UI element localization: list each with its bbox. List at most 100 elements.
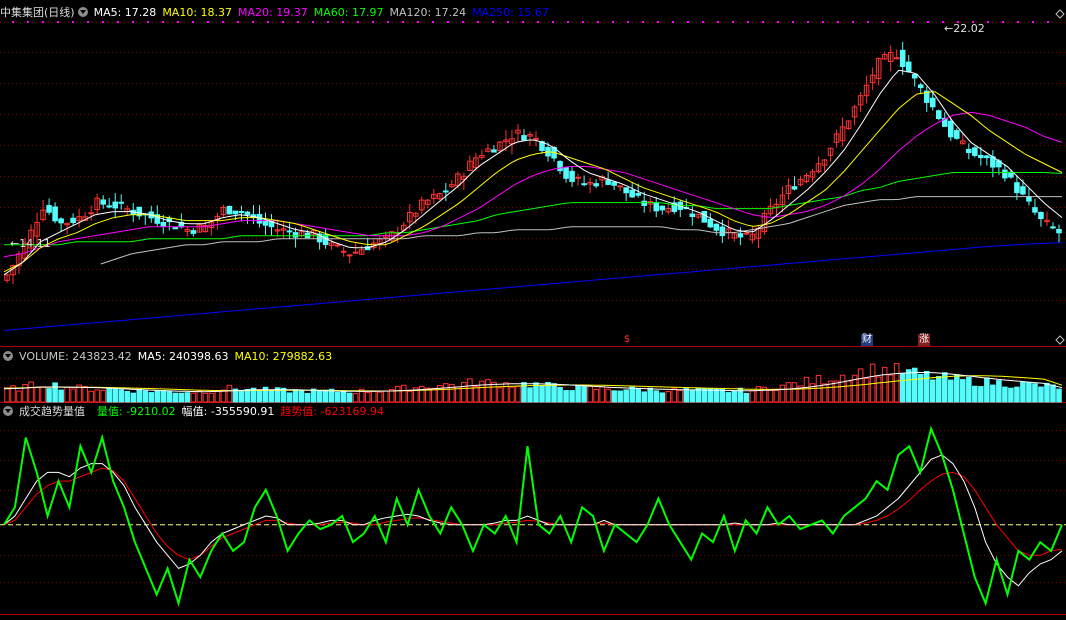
volume-bar (443, 383, 449, 403)
candle-down (1056, 229, 1062, 234)
candle-down (1014, 182, 1020, 194)
volume-bar (142, 390, 149, 403)
top-marker-dot (597, 21, 599, 23)
top-marker-dot (507, 21, 509, 23)
top-marker-dot (822, 21, 824, 23)
volume-bar (256, 390, 263, 403)
volume-bar (196, 390, 203, 403)
candle-up (893, 57, 900, 60)
candle-down (286, 230, 293, 233)
candle-down (623, 187, 629, 194)
candle-down (954, 130, 960, 139)
volume-bar (491, 381, 497, 403)
ma10-line (3, 91, 1063, 273)
candle-down (737, 233, 744, 238)
candle-down (593, 183, 599, 187)
volume-bar (400, 384, 407, 403)
volume-bar (569, 390, 575, 403)
diamond-icon (1055, 9, 1065, 19)
ma20-line (3, 111, 1063, 258)
volume-bar (1044, 382, 1050, 403)
candle-down (172, 227, 179, 230)
candle-down (581, 183, 587, 186)
candle-down (653, 202, 660, 212)
volume-bar (539, 385, 545, 403)
volume-bar (70, 388, 76, 403)
top-marker-dot (297, 21, 299, 23)
volume-bar (893, 363, 900, 403)
top-marker-dot (282, 21, 284, 23)
candle-down (521, 135, 527, 141)
volume-bar (653, 390, 660, 403)
candle-up (346, 254, 353, 257)
top-marker-dot (72, 21, 74, 23)
volume-bar (382, 390, 389, 403)
candle-down (899, 49, 906, 67)
event-tag[interactable]: 涨 (918, 334, 931, 346)
volume-bar (978, 386, 984, 403)
top-marker-dot (222, 21, 224, 23)
top-marker-dot (627, 21, 629, 23)
top-marker-dot (1002, 21, 1004, 23)
volume-bar (749, 390, 756, 403)
candle-down (719, 226, 726, 237)
candle-up (575, 176, 581, 179)
volume-bar (647, 387, 654, 403)
volume-bar (238, 390, 245, 403)
volume-bar (467, 378, 473, 403)
volume-bar (370, 391, 377, 403)
volume-bar (677, 389, 684, 403)
chevron-down-circle-icon[interactable] (77, 7, 88, 17)
volume-bar (40, 386, 46, 403)
candle-down (1002, 169, 1008, 179)
volume-bar (617, 390, 623, 403)
candle-down (563, 167, 569, 179)
chevron-down-circle-icon[interactable] (3, 406, 13, 416)
top-marker-dot (117, 21, 119, 23)
volume-bar (118, 389, 125, 403)
top-marker-dot (1017, 21, 1019, 23)
event-tag[interactable]: 财 (860, 334, 873, 346)
top-marker-dot (162, 21, 164, 23)
top-marker-dot (417, 21, 419, 23)
candle-down (160, 221, 167, 227)
indicator-value: 量值: -9210.02 (97, 405, 176, 418)
top-marker-dot (747, 21, 749, 23)
chevron-down-circle-icon[interactable] (3, 351, 13, 361)
volume-bar (1020, 381, 1026, 403)
top-marker-dot (522, 21, 524, 23)
ma-value: MA10: 18.37 (162, 6, 233, 19)
candle-down (491, 149, 497, 153)
top-marker-dot (912, 21, 914, 23)
volume-bar (551, 383, 557, 403)
candle-up (617, 185, 623, 188)
top-marker-dot (402, 21, 404, 23)
candle-down (905, 61, 912, 73)
volume-bar (887, 374, 894, 403)
top-marker-dot (687, 21, 689, 23)
volume-bar (106, 387, 112, 403)
top-marker-dot (42, 21, 44, 23)
event-tag[interactable]: $ (622, 334, 632, 346)
volume-bar (1050, 384, 1056, 403)
volume-bar (214, 390, 221, 403)
candle-down (557, 160, 563, 172)
volume-bar (990, 384, 996, 403)
volume-bar (923, 370, 930, 403)
volume-bar (599, 386, 605, 403)
volume-bar (527, 387, 533, 403)
top-marker-dot (1032, 21, 1034, 23)
volume-bar (394, 385, 401, 403)
kline-chart[interactable] (0, 0, 1066, 616)
volume-bar (623, 389, 629, 403)
volume-bar (954, 374, 960, 403)
top-marker-dot (177, 21, 179, 23)
top-marker-dot (657, 21, 659, 23)
volume-bar (875, 376, 882, 403)
volume-bar (948, 379, 954, 403)
diamond-icon (1055, 335, 1065, 345)
volume-bar (100, 389, 106, 403)
volume-bar (785, 382, 792, 403)
volume-bar (346, 392, 353, 403)
volume-bar (767, 389, 774, 403)
